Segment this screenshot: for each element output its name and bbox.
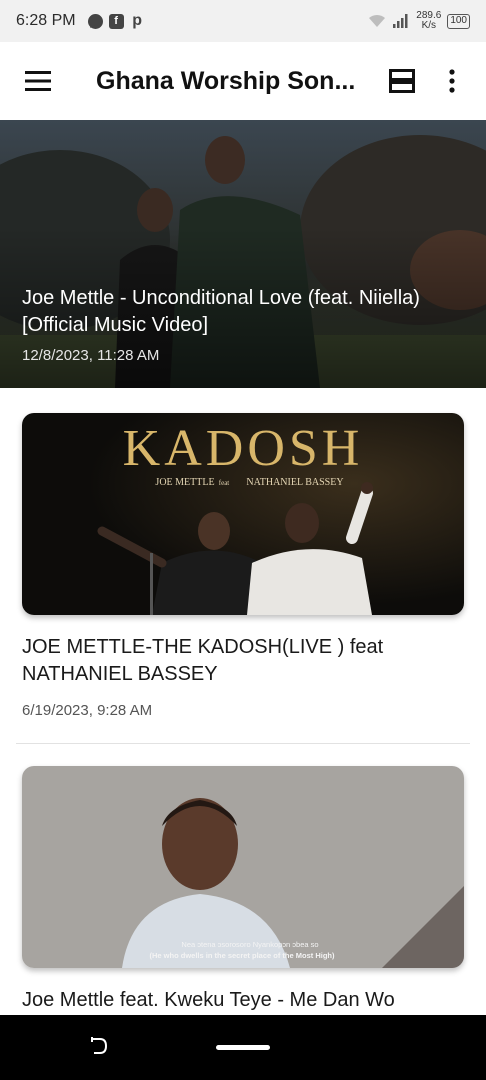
system-nav-bar [0,1015,486,1080]
battery-indicator: 100 [447,13,470,29]
kadosh-sub: JOE METTLE [155,477,214,488]
kadosh-heading: KADOSH [123,420,364,477]
layout-toggle-icon [389,69,415,93]
video-thumbnail-kadosh[interactable]: KADOSH JOE METTLE feat NATHANIEL BASSEY [22,413,464,615]
back-gesture-icon[interactable] [86,1035,110,1059]
menu-icon [25,71,51,91]
featured-video[interactable]: Joe Mettle - Unconditional Love (feat. N… [0,120,486,388]
menu-button[interactable] [0,42,76,120]
kadosh-thumbnail: KADOSH JOE METTLE feat NATHANIEL BASSEY [22,413,464,615]
video-title-kadosh[interactable]: JOE METTLE-THE KADOSH(LIVE ) feat NATHAN… [22,634,462,688]
status-right: 289.6 K/s 100 [368,11,470,31]
layout-toggle-button[interactable] [372,42,432,120]
app-title: Ghana Worship Son... [96,66,356,95]
kadosh-sub2: NATHANIEL BASSEY [246,477,343,488]
featured-text: Joe Mettle - Unconditional Love (feat. N… [22,285,466,364]
more-vert-icon [449,69,455,93]
subtitle-line-2: (He who dwells in the secret place of th… [149,951,335,960]
network-speed: 289.6 K/s [416,11,441,31]
video-title-me-dan-wo[interactable]: Joe Mettle feat. Kweku Teye - Me Dan Wo [22,987,462,1014]
featured-title: Joe Mettle - Unconditional Love (feat. N… [22,287,420,336]
me-dan-wo-thumbnail: Nea ɔtena ɔsorosoro Nyankopɔn ɔbea so (H… [22,766,464,968]
facebook-icon: f [108,13,124,29]
list-divider [16,743,470,744]
video-thumbnail-me-dan-wo[interactable]: Nea ɔtena ɔsorosoro Nyankopɔn ɔbea so (H… [22,766,464,968]
status-time: 6:28 PM [16,12,76,29]
home-gesture-bar[interactable] [216,1045,270,1050]
signal-icon [393,14,408,28]
status-bar: 6:28 PM f p 289.6 K/s 100 [0,0,486,42]
video-date-kadosh: 6/19/2023, 9:28 AM [22,702,153,719]
p-icon: p [132,12,142,29]
chat-icon [87,13,103,29]
more-options-button[interactable] [432,42,472,120]
speed-unit: K/s [421,20,437,31]
subtitle-line-1: Nea ɔtena ɔsorosoro Nyankopɔn ɔbea so [181,940,318,949]
featured-date: 12/8/2023, 11:28 AM [22,347,160,364]
notification-icons: f p [87,12,145,29]
wifi-icon [369,14,386,27]
app-bar: Ghana Worship Son... [0,42,486,120]
kadosh-feat: feat [219,479,230,487]
